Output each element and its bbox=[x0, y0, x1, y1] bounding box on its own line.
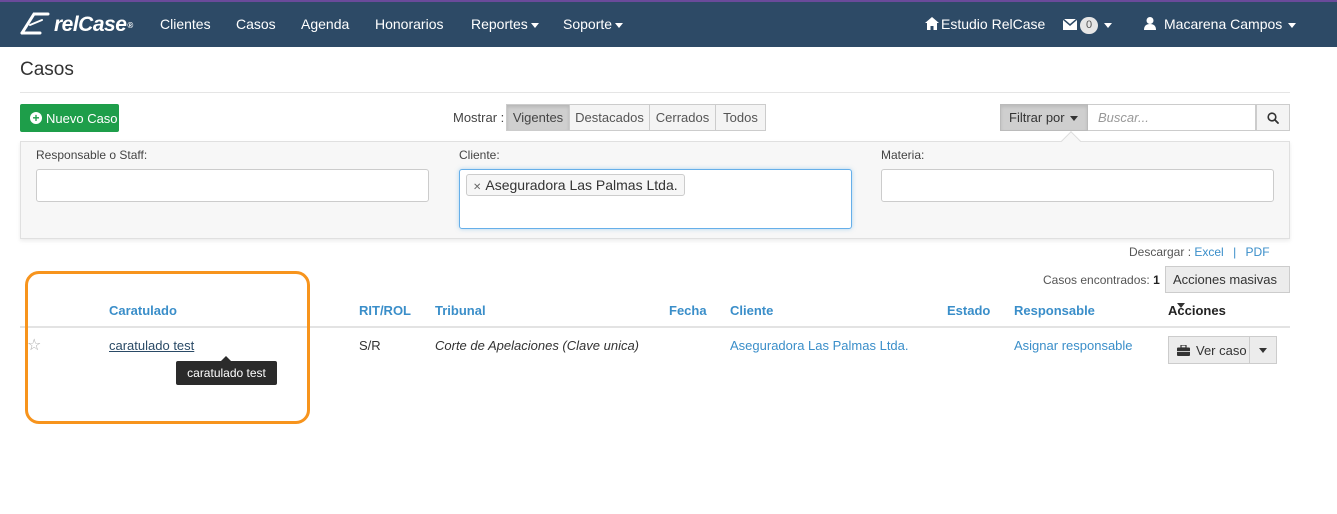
chevron-down-icon bbox=[1069, 116, 1078, 122]
nav-clientes[interactable]: Clientes bbox=[160, 2, 211, 47]
nav-reportes[interactable]: Reportes bbox=[471, 2, 539, 47]
highlight-box bbox=[25, 271, 310, 424]
filter-by-label: Filtrar por bbox=[1009, 110, 1065, 125]
download-links: Descargar : Excel | PDF bbox=[1129, 245, 1270, 259]
column-header-responsable[interactable]: Responsable bbox=[1014, 303, 1095, 318]
new-case-label: Nuevo Caso bbox=[46, 110, 118, 126]
nav-reportes-label: Reportes bbox=[471, 16, 528, 32]
page-title: Casos bbox=[20, 59, 74, 80]
cliente-label: Cliente: bbox=[459, 148, 500, 162]
materia-field[interactable] bbox=[881, 169, 1274, 202]
new-case-button[interactable]: + Nuevo Caso bbox=[20, 104, 119, 132]
download-pdf-link[interactable]: PDF bbox=[1246, 245, 1270, 259]
brand-logo[interactable]: relCase ® bbox=[18, 10, 133, 40]
download-label: Descargar : bbox=[1129, 245, 1192, 259]
bulk-actions-label: Acciones masivas bbox=[1173, 272, 1278, 287]
view-case-label: Ver caso bbox=[1196, 342, 1247, 358]
filter-todos[interactable]: Todos bbox=[715, 104, 766, 131]
bulk-actions-button[interactable]: Acciones masivas bbox=[1165, 266, 1290, 309]
nav-agenda[interactable]: Agenda bbox=[301, 2, 349, 47]
cell-tribunal: Corte de Apelaciones (Clave unica) bbox=[435, 338, 640, 353]
nav-studio[interactable]: Estudio RelCase bbox=[925, 2, 1045, 47]
column-header-tribunal[interactable]: Tribunal bbox=[435, 303, 486, 318]
search-input[interactable]: Buscar... bbox=[1088, 104, 1256, 131]
nav-messages[interactable]: 0 bbox=[1062, 2, 1113, 47]
search-icon bbox=[1267, 111, 1279, 124]
brand-text: relCase bbox=[54, 13, 127, 36]
chevron-down-icon bbox=[615, 22, 624, 28]
cliente-tag-label: Aseguradora Las Palmas Ltda. bbox=[485, 177, 678, 193]
filter-by-button[interactable]: Filtrar por bbox=[1000, 104, 1088, 131]
plus-icon: + bbox=[30, 112, 42, 124]
logo-icon bbox=[20, 12, 50, 35]
view-case-button[interactable]: Ver caso bbox=[1168, 336, 1250, 364]
remove-tag-icon[interactable]: ✕ bbox=[473, 182, 481, 193]
column-header-estado[interactable]: Estado bbox=[947, 303, 990, 318]
divider bbox=[20, 92, 1290, 93]
cell-cliente-link[interactable]: Aseguradora Las Palmas Ltda. bbox=[730, 338, 909, 353]
responsable-field[interactable] bbox=[36, 169, 429, 202]
chevron-down-icon bbox=[1259, 347, 1267, 353]
nav-honorarios[interactable]: Honorarios bbox=[375, 2, 443, 47]
assign-responsable-link[interactable]: Asignar responsable bbox=[1014, 338, 1133, 353]
cell-rit-rol: S/R bbox=[359, 338, 381, 353]
nav-casos[interactable]: Casos bbox=[236, 2, 276, 47]
download-excel-link[interactable]: Excel bbox=[1194, 245, 1223, 259]
download-separator: | bbox=[1233, 245, 1237, 259]
chevron-down-icon bbox=[530, 22, 539, 28]
column-header-rit-rol[interactable]: RIT/ROL bbox=[359, 303, 411, 318]
top-navbar: relCase ® Clientes Casos Agenda Honorario… bbox=[0, 0, 1337, 47]
chevron-down-icon bbox=[1104, 22, 1113, 28]
studio-name: Estudio RelCase bbox=[941, 16, 1046, 32]
column-header-acciones: Acciones bbox=[1168, 303, 1226, 318]
results-count: Casos encontrados: 1 bbox=[1043, 273, 1160, 287]
show-label: Mostrar : bbox=[453, 110, 505, 125]
user-icon bbox=[1144, 17, 1156, 30]
briefcase-icon bbox=[1177, 344, 1190, 356]
column-header-fecha[interactable]: Fecha bbox=[669, 303, 707, 318]
messages-badge: 0 bbox=[1080, 16, 1099, 34]
brand-registered-mark: ® bbox=[127, 20, 133, 30]
materia-label: Materia: bbox=[881, 148, 925, 162]
search-button[interactable] bbox=[1256, 104, 1290, 131]
results-number: 1 bbox=[1153, 273, 1160, 287]
responsable-label: Responsable o Staff: bbox=[36, 148, 148, 162]
home-icon bbox=[925, 17, 939, 30]
column-header-cliente[interactable]: Cliente bbox=[730, 303, 773, 318]
filter-destacados[interactable]: Destacados bbox=[569, 104, 650, 131]
chevron-down-icon bbox=[1288, 22, 1297, 28]
envelope-icon bbox=[1062, 18, 1078, 30]
user-name: Macarena Campos bbox=[1164, 16, 1283, 32]
view-case-dropdown[interactable] bbox=[1249, 336, 1277, 364]
cliente-tag[interactable]: ✕ Aseguradora Las Palmas Ltda. bbox=[466, 174, 685, 196]
nav-user-menu[interactable]: Macarena Campos bbox=[1144, 2, 1297, 47]
nav-soporte[interactable]: Soporte bbox=[563, 2, 624, 47]
nav-soporte-label: Soporte bbox=[563, 16, 613, 32]
filter-cerrados[interactable]: Cerrados bbox=[649, 104, 716, 131]
filter-vigentes[interactable]: Vigentes bbox=[506, 104, 570, 131]
results-label: Casos encontrados: bbox=[1043, 273, 1150, 287]
